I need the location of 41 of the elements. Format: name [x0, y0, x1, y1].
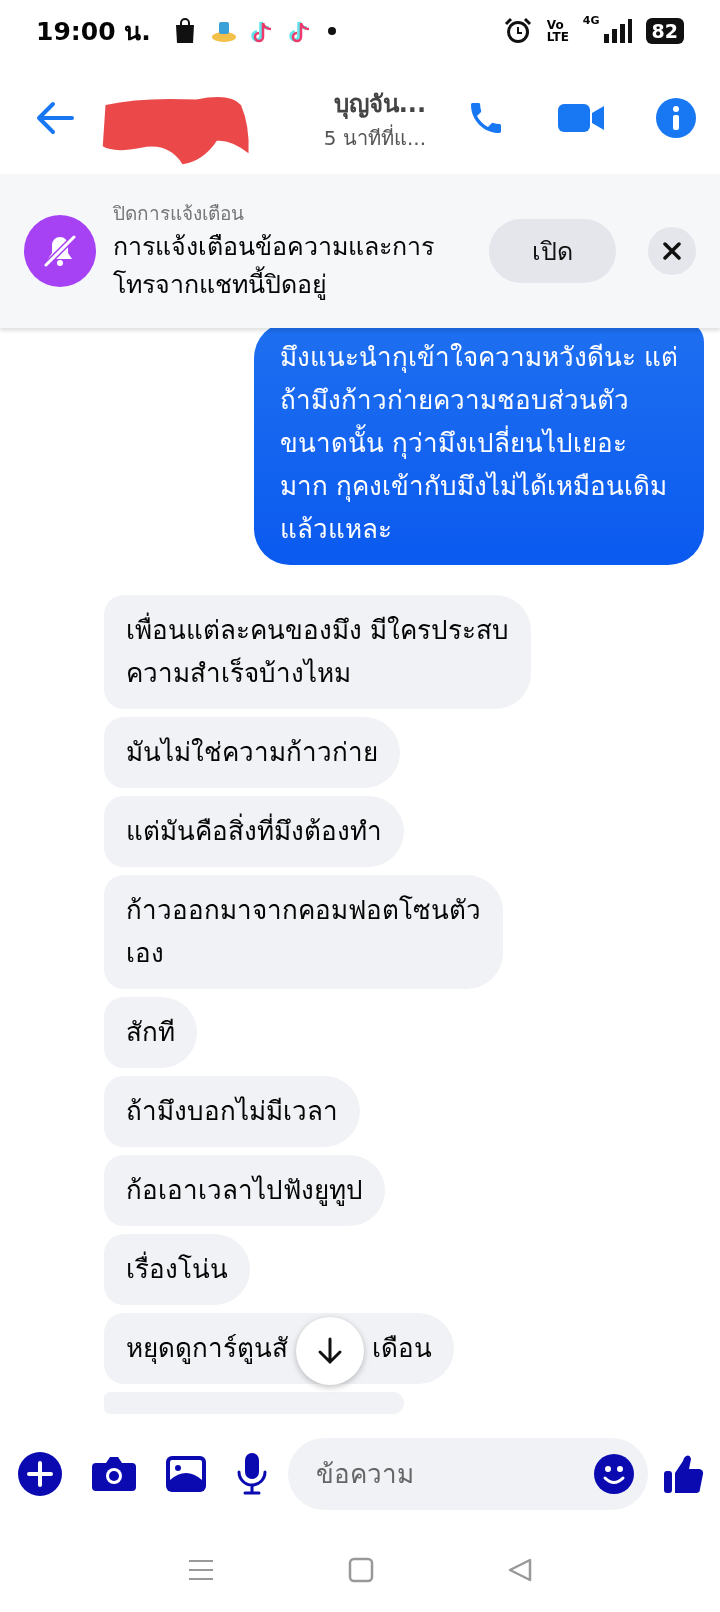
message-bubble: มันไม่ใช่ความก้าวก่าย — [104, 717, 400, 788]
microphone-icon[interactable] — [236, 1453, 268, 1495]
message-bubble: สักที — [104, 997, 197, 1068]
menu-icon[interactable] — [186, 1558, 215, 1582]
message-bubble: ถ้ามึงบอกไม่มีเวลา — [104, 1076, 360, 1147]
message-bubble: แต่มันคือสิ่งที่มึงต้องทำ — [104, 796, 404, 867]
clock-time: 19:00 น. — [36, 16, 151, 48]
add-icon[interactable] — [18, 1452, 62, 1496]
last-active-status: 5 นาทีที่แ... — [323, 123, 426, 152]
thumbs-up-icon[interactable] — [664, 1453, 704, 1495]
emoji-icon[interactable] — [594, 1454, 634, 1494]
image-icon[interactable] — [166, 1456, 206, 1492]
signal-icon — [601, 18, 632, 44]
banner-heading: ปิดการแจ้งเตือน — [113, 201, 245, 226]
message-input[interactable]: ข้อความ — [314, 1458, 594, 1490]
video-camera-icon[interactable] — [558, 102, 604, 134]
back-arrow-icon[interactable] — [36, 101, 74, 135]
contact-name: บุญจัน... — [333, 88, 426, 121]
muted-bell-icon — [24, 215, 96, 287]
banner-message: การแจ้งเตือนข้อความและการ โทรจากแชทนี้ปิดอยู่ — [113, 231, 435, 302]
dot-icon — [326, 26, 337, 36]
message-bubble: เรื่องโน่น — [104, 1234, 250, 1305]
camera-icon[interactable] — [92, 1455, 136, 1493]
network-label: 4G — [582, 14, 600, 27]
message-field[interactable]: ข้อความ — [288, 1438, 648, 1510]
scroll-down-button[interactable] — [296, 1317, 364, 1385]
message-bubble: เพื่อนแต่ละคนของมึง มีใครประสบ ความสำเร็จบ้างไหม — [104, 595, 532, 709]
volte-label: Vo LTE — [546, 19, 569, 43]
message-bubble: ก้อเอาเวลาไปฟังยูทูป — [104, 1155, 385, 1226]
home-square-icon[interactable] — [348, 1557, 374, 1583]
back-triangle-icon[interactable] — [507, 1557, 534, 1583]
alarm-icon — [502, 16, 533, 46]
battery-level: 82 — [645, 18, 684, 44]
message-text: หยุดดูการ์ตูนสั — [126, 1332, 288, 1366]
close-icon — [662, 241, 682, 261]
info-icon[interactable] — [656, 98, 696, 138]
app-icon — [210, 19, 237, 43]
message-bubble: ก้าวออกมาจากคอมฟอตโซนตัว เอง — [104, 875, 503, 989]
turn-on-button[interactable]: เปิด — [489, 219, 616, 283]
message-text: เดือน — [372, 1332, 432, 1365]
close-button[interactable] — [648, 227, 696, 275]
